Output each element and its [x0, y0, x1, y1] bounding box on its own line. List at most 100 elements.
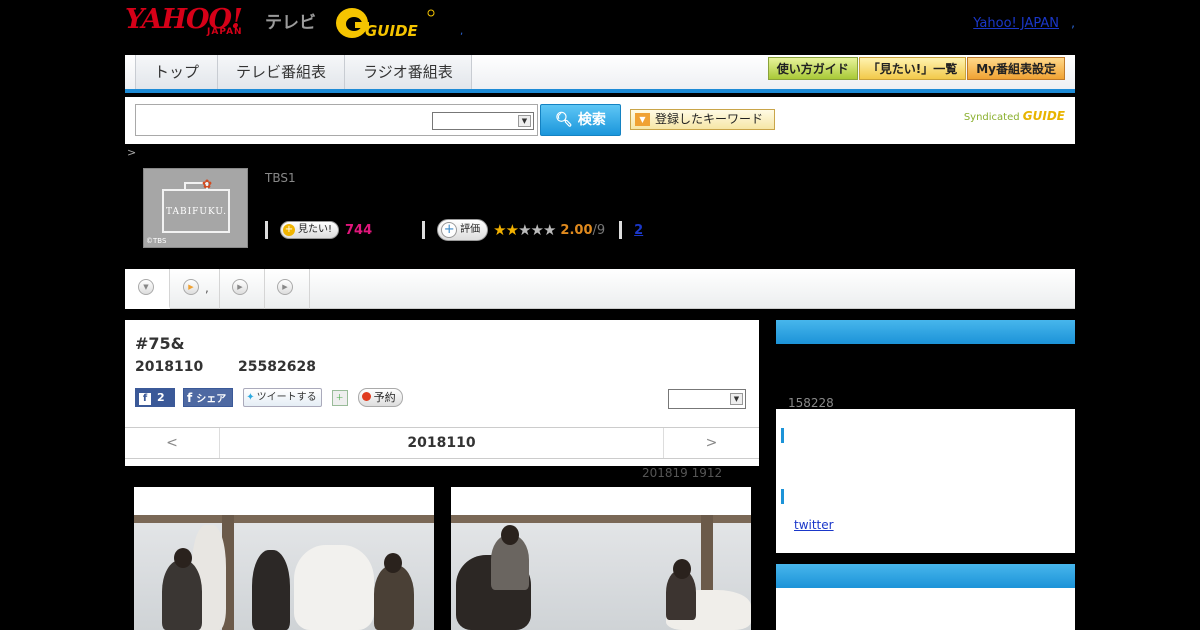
reserve-label: 予約 — [373, 391, 396, 404]
tab-top[interactable]: トップ — [135, 55, 218, 89]
rating-score: 2.00 — [560, 222, 593, 238]
facebook-icon: f — [187, 391, 193, 405]
mitai-button[interactable]: + 見たい! — [280, 221, 340, 239]
rate-label: 評価 — [460, 224, 481, 235]
header-separator: , — [460, 26, 464, 37]
chevron-down-icon: ▼ — [138, 279, 154, 295]
program-title: #75& — [135, 334, 185, 353]
nav-buttons: 使い方ガイド 「見たい!」一覧 My番組表設定 — [767, 57, 1065, 80]
broadcast-time: 25582628 — [238, 359, 316, 375]
star-filled-icon: ★ — [493, 221, 506, 239]
gguide-logo-text: GUIDE — [365, 22, 419, 40]
yahoo-japan-logo-sub: JAPAN — [207, 27, 243, 37]
play-icon: ▶ — [232, 279, 248, 295]
search-button-label: 検索 — [577, 112, 606, 128]
twitter-link[interactable]: twitter — [794, 517, 834, 536]
next-date-button[interactable]: > — [663, 428, 759, 458]
tweet-button[interactable]: ✦ ツイートする — [243, 388, 322, 407]
mitai-count: 744 — [345, 222, 373, 238]
plus-icon: + — [283, 224, 295, 236]
snow-scene — [451, 515, 751, 630]
yahoo-japan-link[interactable]: Yahoo! JAPAN — [973, 16, 1059, 31]
search-button[interactable]: 🔍︎ 検索 — [540, 104, 621, 136]
tv-logo-text[interactable]: テレビ — [265, 8, 316, 33]
reserve-button[interactable]: 予約 — [357, 388, 403, 407]
star-filled-icon: ★ — [505, 221, 519, 239]
syndicated-label: Syndicated — [963, 112, 1020, 123]
search-icon: 🔍︎ — [555, 112, 573, 128]
plus-icon: + — [441, 222, 458, 238]
sidebar-header-1 — [776, 320, 1075, 344]
snow-scene — [134, 515, 434, 630]
updated-timestamp: 201819 1912 — [642, 466, 723, 480]
calendar-add-icon[interactable]: ＋ — [331, 389, 348, 406]
header-separator-right: , — [1071, 16, 1075, 30]
reminder-select[interactable]: ▼ — [668, 389, 746, 409]
sidebar-number: 158228 — [788, 396, 834, 410]
syndicated-brand: GUIDE — [1022, 109, 1065, 123]
sidebar-panel-2 — [776, 588, 1075, 630]
section-marker — [781, 489, 784, 504]
facebook-like-count: 2 — [157, 391, 165, 404]
tab-tv-schedule[interactable]: テレビ番組表 — [217, 55, 345, 89]
date-pager: < 2018110 > — [125, 427, 759, 459]
nav-tabs: トップ テレビ番組表 ラジオ番組表 — [135, 55, 472, 89]
chevron-down-icon: ▼ — [730, 393, 743, 405]
star-empty-icon: ★ — [518, 221, 531, 239]
program-tab-bar: ▼ ▶ , ▶ ▶ — [125, 269, 1075, 309]
section-marker — [781, 428, 784, 443]
search-category-select[interactable]: ▼ — [432, 112, 534, 130]
broadcast-date: 2018110 — [135, 359, 204, 375]
record-dot-icon — [361, 392, 371, 401]
breadcrumb[interactable]: > — [127, 146, 136, 159]
program-photo-2[interactable] — [451, 487, 751, 630]
tab-episodes-label: , — [205, 281, 209, 295]
divider — [265, 221, 268, 239]
mitai-list-button[interactable]: 「見たい!」一覧 — [858, 57, 967, 80]
program-thumbnail: ✿ TABIFUKU. ©TBS — [143, 168, 248, 248]
main-nav: トップ テレビ番組表 ラジオ番組表 使い方ガイド 「見たい!」一覧 My番組表設… — [125, 55, 1075, 93]
channel-name: TBS1 — [265, 171, 296, 185]
review-count-link[interactable]: 2 — [634, 223, 643, 238]
search-bar: ▼ 🔍︎ 検索 ▼ 登録したキーワード Syndicated GUIDE — [125, 97, 1075, 144]
usage-guide-button[interactable]: 使い方ガイド — [767, 57, 858, 80]
syndicated-logo: Syndicated GUIDE — [964, 109, 1065, 123]
facebook-share-button[interactable]: f シェア — [183, 388, 234, 407]
registered-keywords-label: 登録したキーワード — [655, 112, 764, 126]
tab-related[interactable]: ▶ — [265, 269, 310, 309]
tab-episodes[interactable]: ▶ , — [170, 269, 220, 309]
chevron-down-icon: ▼ — [518, 115, 531, 127]
play-icon: ▶ — [183, 279, 199, 295]
facebook-like-button[interactable]: f2 — [135, 388, 175, 407]
sidebar-panel-1: 158228 twitter — [776, 344, 1075, 553]
tweet-label: ツイートする — [256, 392, 317, 403]
facebook-icon: f — [139, 393, 151, 405]
tab-overview[interactable]: ▼ — [125, 269, 170, 309]
twitter-bird-icon: ✦ — [246, 392, 255, 403]
person — [162, 560, 202, 630]
gguide-logo[interactable]: GUIDE — [335, 6, 435, 40]
play-icon: ▶ — [277, 279, 293, 295]
previous-date-button[interactable]: < — [125, 428, 220, 458]
rate-button[interactable]: + 評価 — [437, 219, 489, 241]
rating-denominator: /9 — [592, 222, 606, 238]
star-empty-icon: ★ — [542, 221, 556, 239]
divider — [619, 221, 623, 239]
star-empty-icon: ★ — [530, 221, 544, 239]
tab-cast[interactable]: ▶ — [220, 269, 265, 309]
rating-stars: ★★★★★ — [493, 221, 556, 239]
my-schedule-settings-button[interactable]: My番組表設定 — [967, 57, 1065, 80]
registered-keywords-button[interactable]: ▼ 登録したキーワード — [630, 109, 775, 130]
facebook-share-label: シェア — [196, 394, 227, 405]
tab-radio-schedule[interactable]: ラジオ番組表 — [344, 55, 472, 89]
thumbnail-title: TABIFUKU. — [166, 207, 228, 217]
site-header: YAHOO! JAPAN テレビ GUIDE , Yahoo! JAPAN , — [125, 0, 1075, 50]
current-date: 2018110 — [407, 435, 476, 451]
program-meta: + 見たい! 744 + 評価 ★★★★★ 2.00 /9 2 — [265, 219, 643, 241]
mitai-label: 見たい! — [298, 224, 333, 235]
program-photo-1[interactable] — [134, 487, 434, 630]
program-detail-panel: #75& 2018110 25582628 f2 f シェア ✦ ツイートする ＋ … — [125, 320, 759, 466]
share-buttons: f2 f シェア ✦ ツイートする ＋ 予約 — [135, 388, 403, 407]
white-horse — [294, 545, 374, 630]
triangle-down-icon: ▼ — [635, 113, 650, 126]
